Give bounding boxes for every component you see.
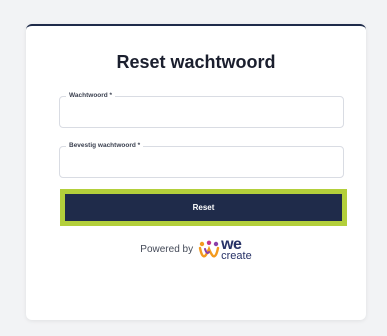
confirm-password-field[interactable]: Bevestig wachtwoord * (59, 141, 344, 178)
page-title: Reset wachtwoord (116, 52, 276, 72)
password-label: Wachtwoord * (66, 91, 116, 101)
confirm-password-label: Bevestig wachtwoord * (66, 141, 144, 151)
brand-create-text: create (221, 250, 252, 262)
password-field[interactable]: Wachtwoord * (59, 91, 344, 128)
password-input[interactable] (60, 97, 343, 127)
reset-button[interactable]: Reset (65, 194, 342, 221)
wecreate-people-logo-icon (198, 240, 220, 260)
confirm-password-input[interactable] (60, 147, 343, 177)
powered-by-text: Powered by (140, 244, 194, 255)
reset-button-highlight: Reset (60, 189, 347, 226)
wecreate-logo[interactable]: we create (198, 237, 252, 262)
powered-by: Powered by we create (26, 237, 366, 262)
reset-password-card: Reset wachtwoord Wachtwoord * Bevestig w… (26, 24, 366, 320)
